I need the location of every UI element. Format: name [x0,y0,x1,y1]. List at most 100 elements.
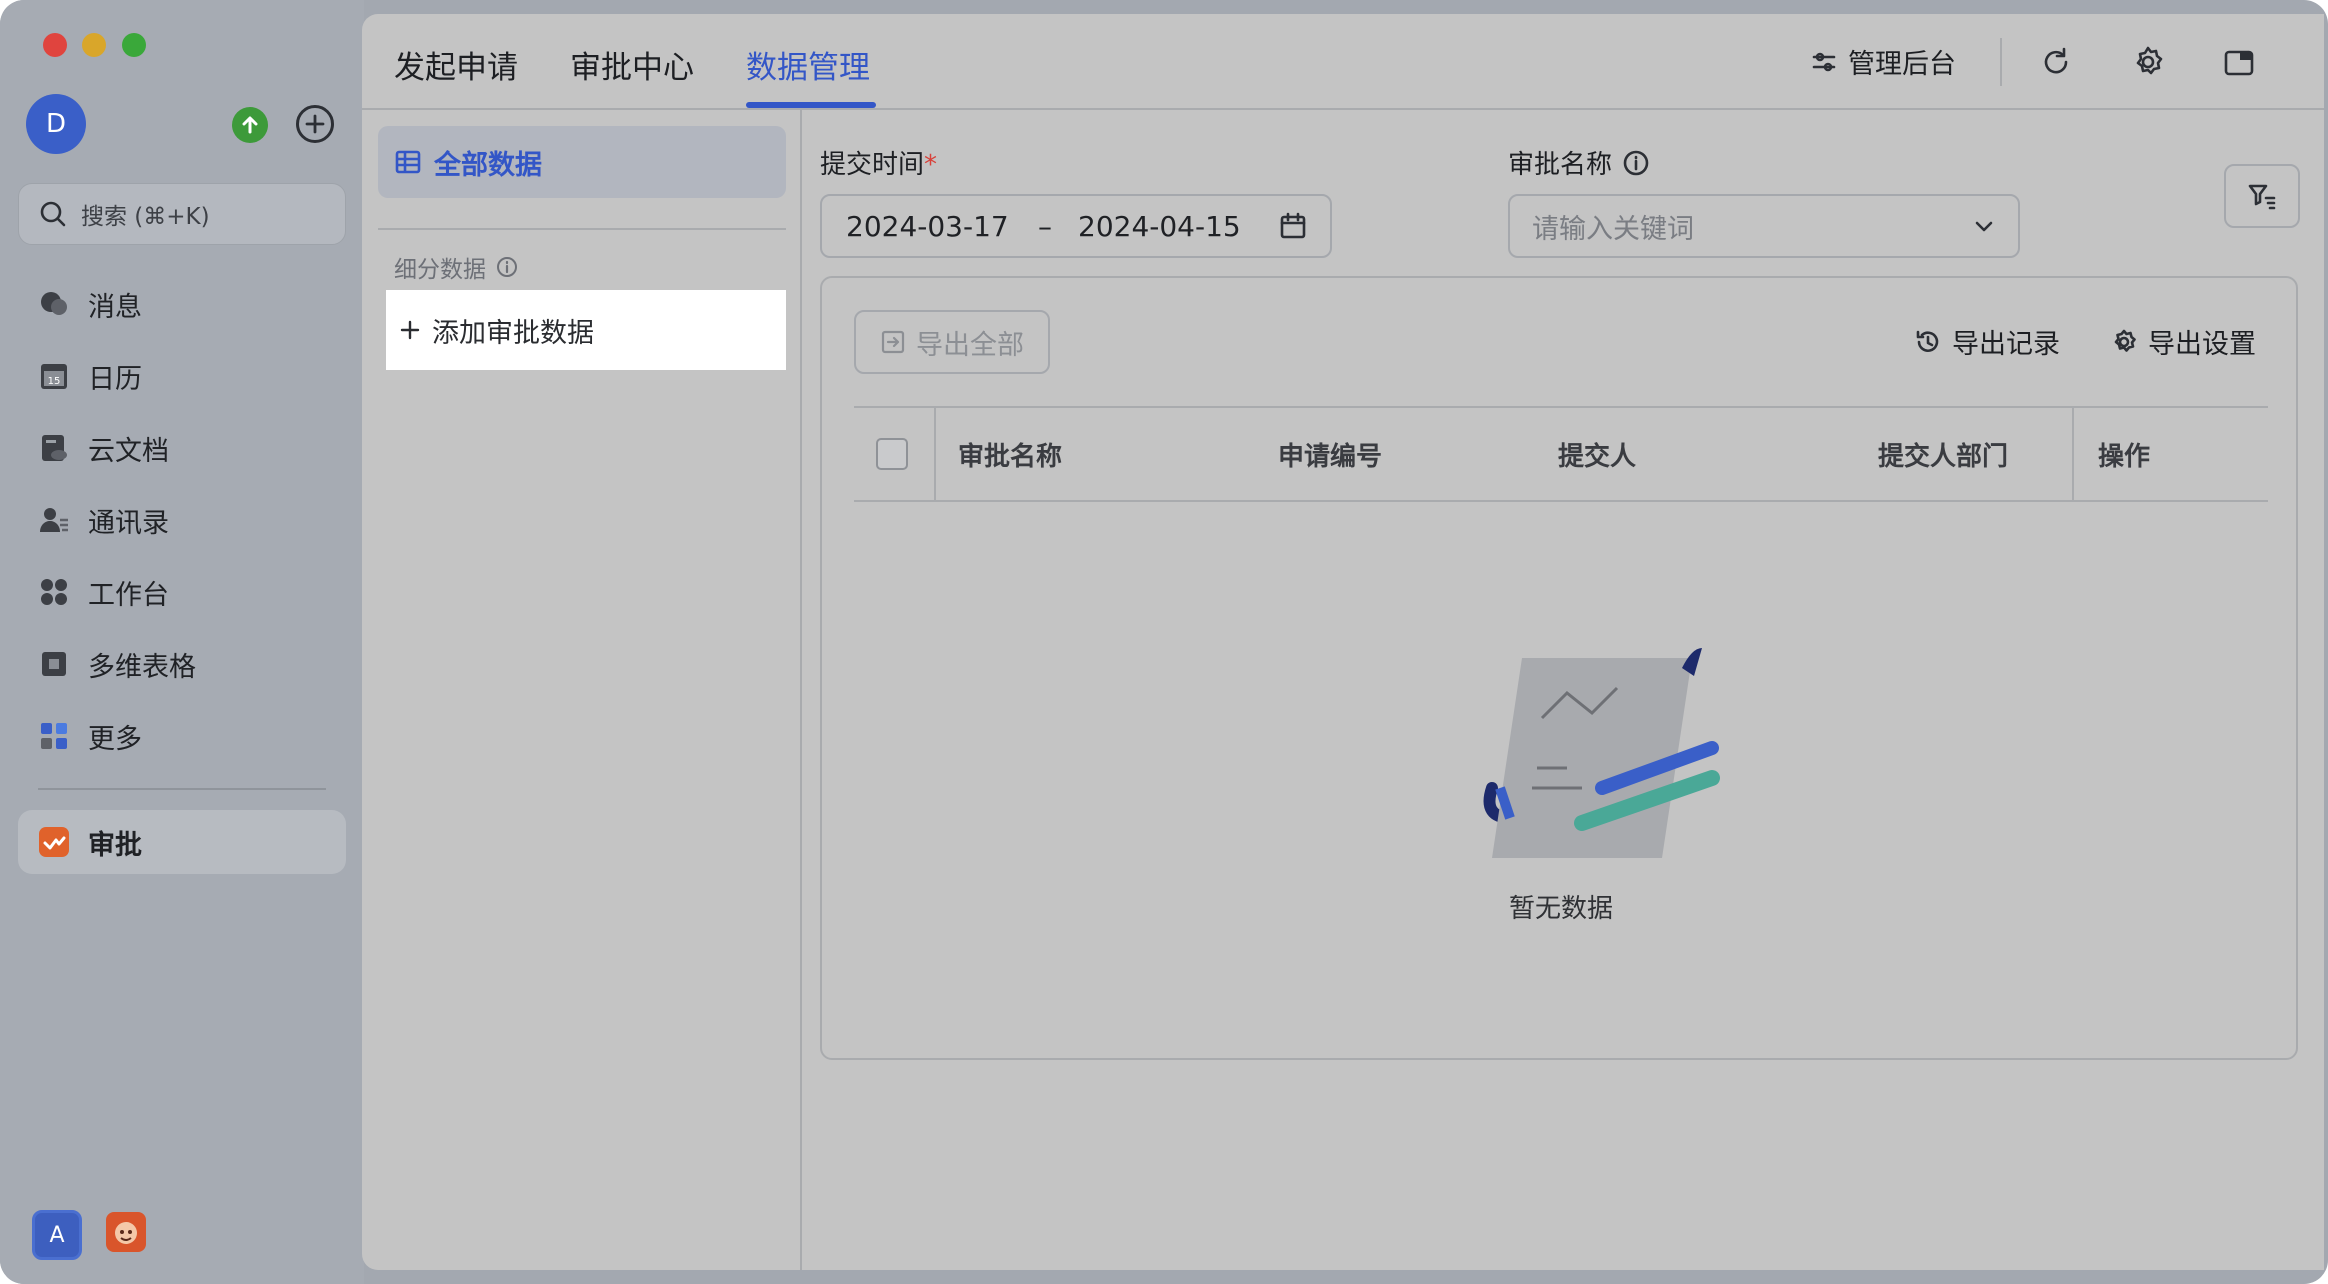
table-icon [395,150,421,174]
date-range-picker[interactable]: 2024-03-17 – 2024-04-15 [820,194,1332,258]
sidebar-item-approval[interactable]: 审批 [18,810,346,874]
account-switcher[interactable]: A [32,1210,82,1260]
add-approval-data-button[interactable]: 添加审批数据 [386,290,786,370]
assistant-bot-icon[interactable] [106,1212,146,1252]
chevron-down-icon [1975,221,1993,232]
sidebar-item-label: 云文档 [88,435,169,467]
plus-icon [400,320,420,340]
main-panel: 发起申请 审批中心 数据管理 管理后台 全部数据 细分数据 添加审批数据 提交时… [362,14,2324,1270]
sidebar-item-base[interactable]: 多维表格 [18,628,346,700]
active-tab-indicator [746,102,876,108]
info-icon[interactable] [1622,149,1650,177]
add-approval-data-label: 添加审批数据 [432,317,594,349]
export-settings-label: 导出设置 [2148,329,2256,360]
history-icon [1916,330,1939,352]
approval-name-placeholder: 请输入关键词 [1532,213,1694,245]
left-rail: D 搜索 (⌘+K) 消息 15 日历 云文档 通讯录 工作台 多维表格 更多 … [0,0,364,1284]
export-icon [881,330,905,354]
export-records-label: 导出记录 [1952,329,2060,360]
create-plus-icon[interactable] [296,105,334,143]
export-records-button[interactable]: 导出记录 [1914,322,2060,361]
all-data-item[interactable]: 全部数据 [378,126,786,198]
sidebar-item-label: 工作台 [88,579,169,611]
export-settings-button[interactable]: 导出设置 [2110,322,2256,361]
sidebar-divider [38,788,326,790]
empty-state-text: 暂无数据 [1508,894,1613,924]
submit-time-text: 提交时间 [820,150,925,180]
required-mark: * [924,150,938,180]
info-icon[interactable] [496,256,518,278]
column-divider [934,408,936,502]
chat-bubble-icon [38,288,70,320]
minimize-window-button[interactable] [82,33,106,57]
new-window-icon[interactable] [2222,44,2258,80]
column-header-submitter[interactable]: 提交人 [1558,436,1636,473]
column-header-actions: 操作 [2098,442,2151,472]
approval-name-text: 审批名称 [1508,150,1613,180]
base-table-icon [38,648,70,680]
sidebar-item-more[interactable]: 更多 [18,700,346,772]
column-header-approval-name[interactable]: 审批名称 [958,436,1062,473]
refresh-icon[interactable] [2038,44,2074,80]
close-window-button[interactable] [43,33,67,57]
column-header-submitter-department[interactable]: 提交人部门 [1878,436,2008,473]
tab-data-management[interactable]: 数据管理 [746,42,870,87]
top-bar: 发起申请 审批中心 数据管理 管理后台 [362,14,2324,110]
avatar[interactable]: D [26,94,86,154]
submit-time-label: 提交时间* [820,144,937,181]
workspace-grid-icon [38,576,70,608]
date-range-separator: – [1038,209,1052,243]
gear-icon[interactable] [2130,44,2166,80]
column-header-request-number[interactable]: 申请编号 [1278,436,1382,473]
maximize-window-button[interactable] [122,33,146,57]
calendar-icon: 15 [38,360,70,392]
search-placeholder: 搜索 (⌘+K) [81,204,210,230]
advanced-filter-button[interactable] [2224,164,2300,228]
cloud-doc-icon [38,432,70,464]
sidebar-item-messages[interactable]: 消息 [18,268,346,340]
approval-name-select[interactable]: 请输入关键词 [1508,194,2020,258]
more-apps-icon [38,720,70,752]
select-all-checkbox[interactable] [876,438,908,470]
contacts-icon [38,504,70,536]
sidebar-item-contacts[interactable]: 通讯录 [18,484,346,556]
all-data-label: 全部数据 [434,149,542,181]
data-subnav: 全部数据 细分数据 添加审批数据 [362,110,802,1270]
toolbar-divider [2000,38,2002,86]
sidebar-nav: 消息 15 日历 云文档 通讯录 工作台 多维表格 更多 [18,268,346,772]
sidebar-item-label: 审批 [88,829,142,861]
segment-data-heading: 细分数据 [394,250,518,284]
app-window: D 搜索 (⌘+K) 消息 15 日历 云文档 通讯录 工作台 多维表格 更多 … [0,0,2328,1284]
sidebar-item-calendar[interactable]: 15 日历 [18,340,346,412]
sidebar-item-label: 更多 [88,723,142,755]
empty-state-illustration [1483,648,1720,858]
admin-console-button[interactable]: 管理后台 [1810,42,1956,81]
update-icon[interactable] [232,107,268,143]
calendar-icon[interactable] [1278,211,1308,241]
approval-app-icon [38,826,70,858]
segment-data-label: 细分数据 [394,257,486,283]
start-date[interactable]: 2024-03-17 [846,210,1038,243]
gear-icon [2114,329,2136,352]
filter-icon [2248,184,2276,210]
tab-approval-center[interactable]: 审批中心 [570,42,694,87]
admin-console-label: 管理后台 [1848,49,1956,80]
approval-name-label: 审批名称 [1508,144,1650,181]
data-card: 导出全部 导出记录 导出设置 审批名称 申请编号 提交人 提交人部门 操作 暂无… [820,276,2298,1060]
export-all-label: 导出全部 [916,329,1024,361]
table-header: 审批名称 申请编号 提交人 提交人部门 操作 [854,406,2268,502]
sidebar-item-label: 消息 [88,291,142,323]
tab-submit-request[interactable]: 发起申请 [394,42,518,87]
sidebar-item-label: 日历 [88,363,142,395]
sidebar-item-workspace[interactable]: 工作台 [18,556,346,628]
sidebar-item-label: 通讯录 [88,507,169,539]
export-all-button[interactable]: 导出全部 [854,310,1050,374]
svg-text:15: 15 [48,376,61,387]
end-date[interactable]: 2024-04-15 [1078,210,1278,243]
sidebar-item-label: 多维表格 [88,651,196,683]
sliders-icon [1812,52,1836,71]
sidebar-item-docs[interactable]: 云文档 [18,412,346,484]
subnav-divider [378,228,786,230]
column-divider [2072,408,2074,502]
search-input[interactable]: 搜索 (⌘+K) [18,183,346,245]
